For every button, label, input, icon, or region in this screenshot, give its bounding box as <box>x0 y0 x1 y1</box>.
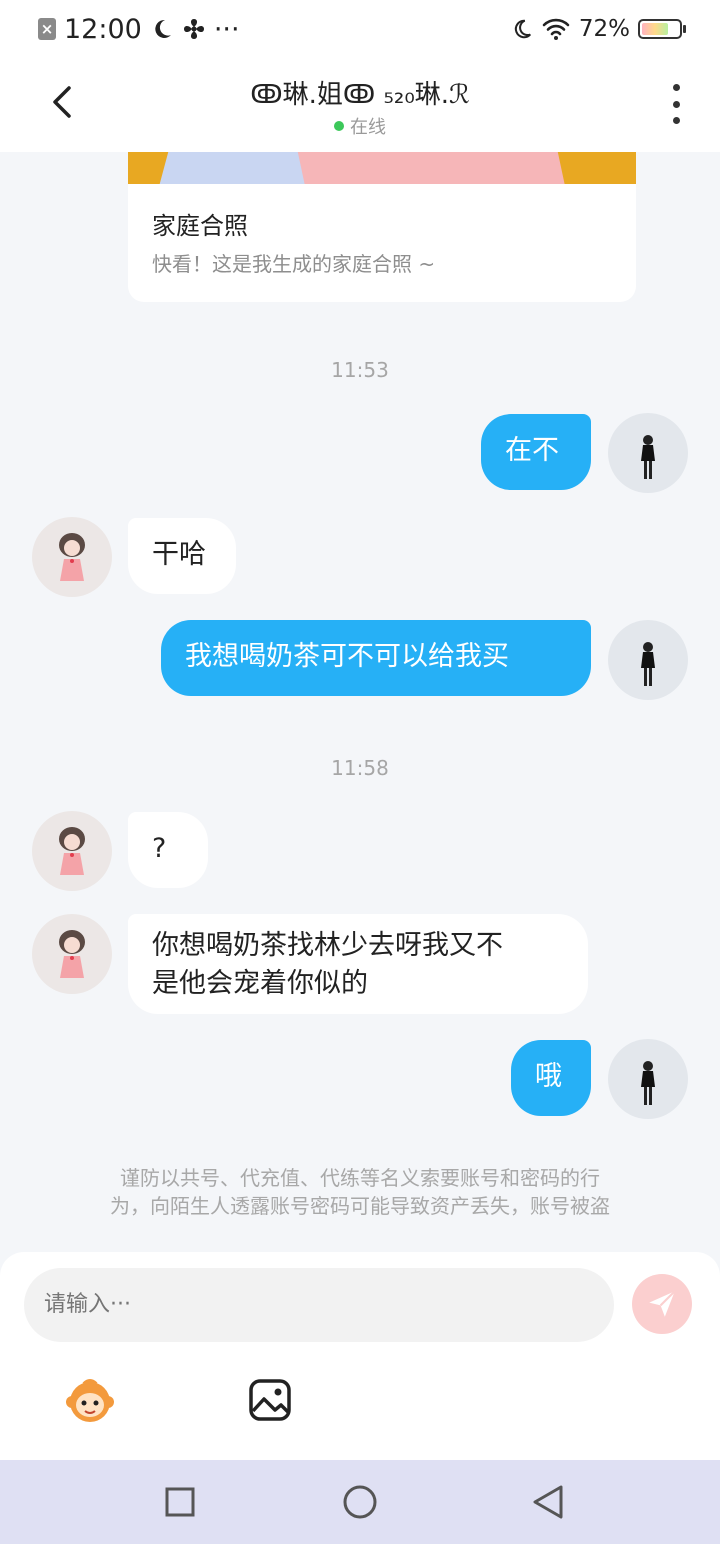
message-bubble-received[interactable]: 干哈 <box>128 518 236 594</box>
send-icon <box>649 1290 676 1317</box>
card-title: 家庭合照 <box>152 212 248 240</box>
status-bar: × 12:00 ··· 72% <box>0 0 720 58</box>
message-bubble-received[interactable]: 你想喝奶茶找林少去呀我又不 是他会宠着你似的 <box>128 914 588 1014</box>
notice-line: 为，向陌生人透露账号密码可能导致资产丢失，账号被盗 <box>110 1194 610 1218</box>
battery-percent: 72% <box>578 16 630 42</box>
avatar-girl-icon <box>59 827 85 875</box>
message-bubble-sent[interactable]: 哦 <box>511 1040 591 1116</box>
moon-icon <box>514 19 531 39</box>
more-vertical-dot <box>672 117 680 124</box>
message-bubble-sent[interactable]: 在不 <box>481 414 591 490</box>
more-vertical-icon <box>672 84 680 91</box>
square-icon <box>165 1487 195 1517</box>
family-photo-card[interactable]: 家庭合照 快看！这是我生成的家庭合照 ~ <box>128 152 636 302</box>
safety-notice: 谨防以共号、代充值、代练等名义索要账号和密码的行 为，向陌生人透露账号密码可能导… <box>60 1164 660 1220</box>
notification-close-icon: × <box>38 18 56 40</box>
avatar-figure-icon <box>641 642 655 686</box>
avatar-girl-icon <box>59 533 85 581</box>
circle-icon <box>343 1485 377 1519</box>
timestamp: 11:53 <box>331 358 389 382</box>
clock: 12:00 <box>64 13 142 45</box>
message-bubble-sent[interactable]: 我想喝奶茶可不可以给我买 <box>161 620 591 696</box>
avatar-contact[interactable] <box>32 811 112 891</box>
image-fragment <box>291 152 565 184</box>
status-right: 72% <box>511 12 686 46</box>
back-arrow-icon <box>53 86 71 118</box>
emoji-mascot-icon <box>66 1379 114 1422</box>
system-navigation-bar <box>0 1460 720 1544</box>
avatar-figure-icon <box>641 435 655 479</box>
back-nav-button[interactable] <box>528 1482 568 1522</box>
wifi-icon <box>542 18 570 40</box>
status-left: × 12:00 ··· <box>38 12 240 46</box>
more-vertical-dot <box>672 100 680 108</box>
battery-icon <box>638 19 686 39</box>
send-button[interactable] <box>632 1274 692 1334</box>
avatar-self[interactable] <box>608 1039 688 1119</box>
more-status-indicator: ··· <box>213 13 240 45</box>
image-button[interactable] <box>242 1372 298 1428</box>
online-status: 在线 <box>150 113 570 139</box>
online-dot <box>334 121 344 131</box>
message-line: 是他会宠着你似的 <box>152 968 368 999</box>
moon-icon <box>155 19 171 38</box>
chat-header: ↂ琳.姐ↂ ₅₂₀琳.ℛ 在线 <box>0 58 720 152</box>
notice-line: 谨防以共号、代充值、代练等名义索要账号和密码的行 <box>120 1166 600 1190</box>
back-button[interactable] <box>40 80 84 124</box>
avatar-contact[interactable] <box>32 517 112 597</box>
home-button[interactable] <box>340 1482 380 1522</box>
message-input[interactable] <box>24 1268 614 1342</box>
avatar-self[interactable] <box>608 413 688 493</box>
battery-level <box>642 23 668 35</box>
avatar-figure-icon <box>641 1061 655 1105</box>
contact-name: ↂ琳.姐ↂ ₅₂₀琳.ℛ <box>250 80 470 110</box>
contact-info[interactable]: ↂ琳.姐ↂ ₅₂₀琳.ℛ 在线 <box>150 74 570 139</box>
family-photo-image <box>128 152 636 184</box>
timestamp: 11:58 <box>331 756 389 780</box>
recent-apps-button[interactable] <box>160 1482 200 1522</box>
input-panel <box>0 1252 720 1460</box>
fan-icon <box>183 19 204 39</box>
avatar-contact[interactable] <box>32 914 112 994</box>
emoji-button[interactable] <box>62 1372 118 1428</box>
message-bubble-received[interactable]: ? <box>128 812 208 888</box>
avatar-girl-icon <box>59 930 85 978</box>
triangle-back-icon <box>533 1485 563 1519</box>
more-options-button[interactable] <box>666 84 686 124</box>
avatar-self[interactable] <box>608 620 688 700</box>
online-label: 在线 <box>350 117 386 138</box>
message-line: 你想喝奶茶找林少去呀我又不 <box>152 930 503 961</box>
image-icon <box>249 1379 291 1421</box>
card-description: 快看！这是我生成的家庭合照 ~ <box>152 252 436 276</box>
